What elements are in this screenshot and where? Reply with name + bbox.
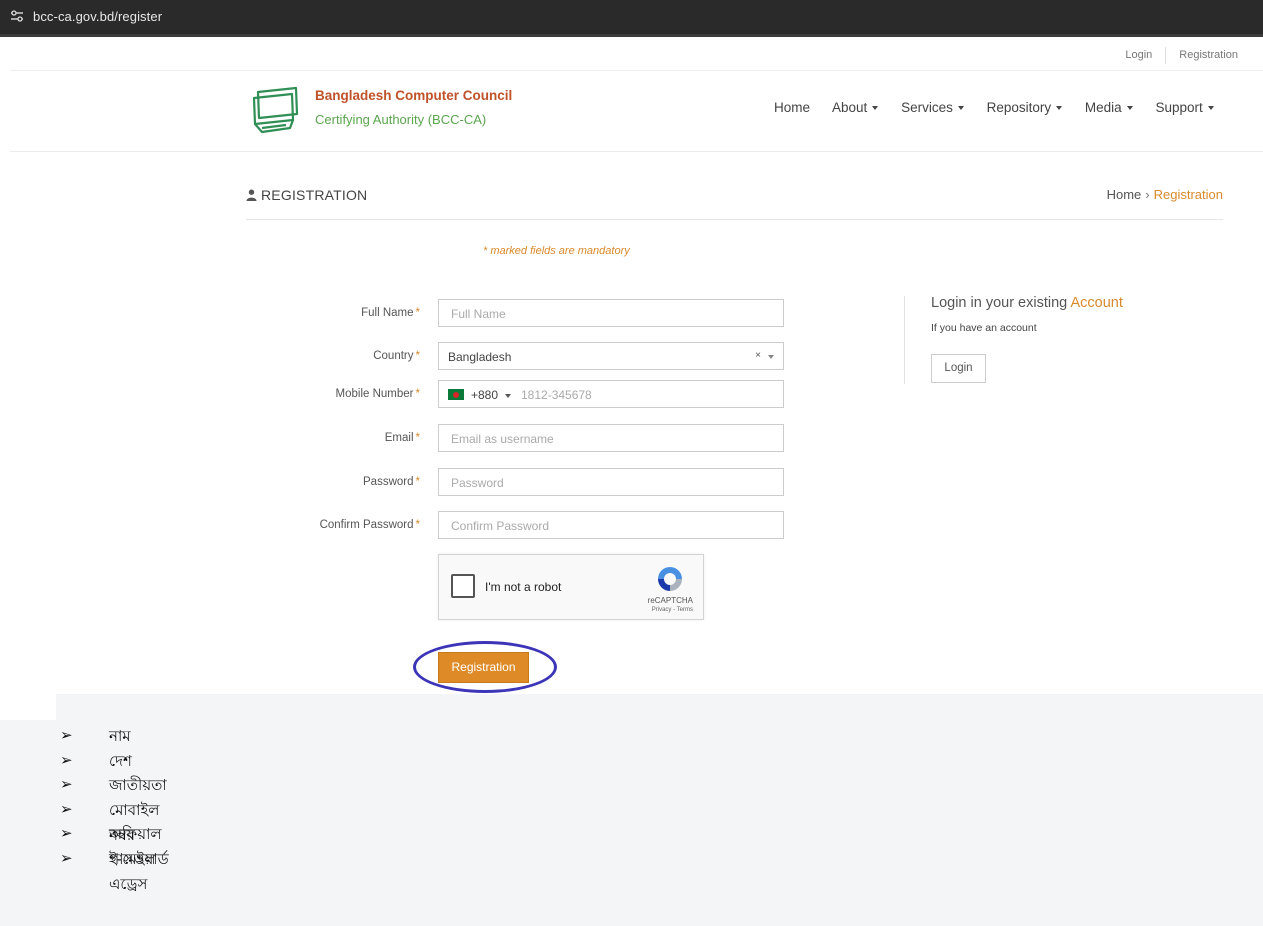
recaptcha-brand: reCAPTCHA (647, 596, 693, 605)
nav-services[interactable]: Services (901, 100, 964, 115)
divider (10, 70, 1263, 71)
nav-media[interactable]: Media (1085, 100, 1133, 115)
email-input[interactable]: Email as username (438, 424, 784, 452)
password-label-text: Password (363, 476, 414, 488)
login-title-accent: Account (1070, 295, 1123, 311)
arrow-bullet-icon: ➢ (60, 824, 73, 843)
caret-down-icon (1126, 106, 1133, 111)
country-select[interactable]: Bangladesh × (438, 342, 784, 370)
confirm-password-placeholder: Confirm Password (451, 519, 550, 533)
caret-down-icon (957, 106, 964, 111)
breadcrumb-separator: › (1145, 187, 1150, 202)
top-registration-link[interactable]: Registration (1179, 49, 1238, 61)
recaptcha-privacy-terms[interactable]: Privacy - Terms (652, 607, 693, 613)
brand-name[interactable]: Bangladesh Computer Council (315, 88, 512, 103)
site-settings-icon[interactable] (10, 9, 24, 23)
divider (10, 151, 1263, 152)
nav-about[interactable]: About (832, 100, 879, 115)
nav-media-label: Media (1084, 100, 1122, 115)
top-login-link[interactable]: Login (1125, 49, 1152, 61)
page-title-text: REGISTRATION (261, 187, 368, 203)
bcc-logo-icon[interactable] (250, 84, 304, 136)
country-label-text: Country (373, 350, 414, 362)
caret-down-icon (1207, 106, 1214, 111)
required-star: * (415, 388, 420, 400)
password-label: Password * (363, 476, 420, 488)
required-star: * (415, 350, 420, 362)
brand-subtitle[interactable]: Certifying Authority (BCC-CA) (315, 112, 486, 127)
caret-down-icon (872, 106, 879, 111)
recaptcha-label: I'm not a robot (485, 580, 562, 594)
lower-white-block (0, 694, 56, 720)
list-item-text: নাম (109, 727, 131, 745)
country-value: Bangladesh (448, 350, 512, 364)
confirm-password-label-text: Confirm Password (319, 519, 414, 531)
dial-code[interactable]: +880 (471, 388, 498, 402)
login-panel-title: Login in your existing Account (931, 295, 1123, 311)
required-star: * (415, 432, 420, 444)
lower-area (0, 694, 1263, 926)
breadcrumb: Home › Registration (1107, 187, 1223, 202)
nav-repository[interactable]: Repository (987, 100, 1063, 115)
email-placeholder: Email as username (451, 432, 554, 446)
divider (904, 296, 905, 384)
caret-down-icon (1056, 106, 1063, 111)
nav-home[interactable]: Home (774, 100, 810, 115)
mobile-label: Mobile Number * (336, 388, 420, 400)
confirm-password-input[interactable]: Confirm Password (438, 511, 784, 539)
login-title-text: Login in your existing (931, 295, 1068, 311)
nav-repository-label: Repository (986, 100, 1052, 115)
email-label: Email * (385, 432, 420, 444)
full-name-label: Full Name * (361, 307, 420, 319)
top-links: Login Registration (1125, 47, 1238, 64)
url-text[interactable]: bcc-ca.gov.bd/register (33, 9, 162, 24)
mandatory-note: * marked fields are mandatory (483, 245, 630, 257)
list-item-text: জাতীয়তা (109, 776, 167, 795)
nav-support-label: Support (1155, 100, 1203, 115)
divider (1165, 47, 1167, 64)
main-nav: Home About Services Repository Media Sup… (774, 100, 1214, 115)
mobile-placeholder: 1812-345678 (521, 388, 592, 402)
password-placeholder: Password (451, 476, 504, 490)
breadcrumb-home[interactable]: Home (1107, 187, 1142, 202)
clear-icon[interactable]: × (755, 350, 761, 361)
arrow-bullet-icon: ➢ (60, 726, 73, 744)
full-name-label-text: Full Name (361, 307, 414, 319)
recaptcha-checkbox[interactable] (451, 574, 475, 598)
user-icon (246, 189, 257, 201)
nav-support[interactable]: Support (1155, 100, 1214, 115)
recaptcha-widget: I'm not a robot reCAPTCHA Privacy - Term… (438, 554, 704, 620)
divider (246, 219, 1223, 220)
required-star: * (415, 307, 420, 319)
password-input[interactable]: Password (438, 468, 784, 496)
dial-caret-icon[interactable] (505, 394, 511, 398)
mobile-label-text: Mobile Number (335, 388, 414, 400)
email-label-text: Email (384, 432, 414, 444)
required-star: * (415, 476, 420, 488)
arrow-bullet-icon: ➢ (60, 775, 73, 794)
breadcrumb-current: Registration (1153, 187, 1223, 202)
nav-home-label: Home (774, 100, 811, 115)
dropdown-arrow-icon[interactable] (768, 355, 774, 359)
login-button[interactable]: Login (931, 354, 986, 383)
address-bar[interactable]: bcc-ca.gov.bd/register (0, 0, 1263, 37)
nav-services-label: Services (901, 100, 953, 115)
list-item-text: দেশ (109, 751, 132, 770)
full-name-placeholder: Full Name (451, 307, 506, 321)
bangladesh-flag-icon[interactable] (448, 389, 464, 400)
recaptcha-logo-icon (658, 567, 682, 591)
full-name-input[interactable]: Full Name (438, 299, 784, 327)
confirm-password-label: Confirm Password * (320, 519, 420, 531)
arrow-bullet-icon: ➢ (60, 848, 73, 867)
arrow-bullet-icon: ➢ (60, 750, 73, 769)
login-panel-subtitle: If you have an account (931, 322, 1037, 334)
arrow-bullet-icon: ➢ (60, 799, 73, 818)
list-item-text: পাসওয়ার্ড (109, 849, 169, 868)
country-label: Country * (373, 350, 420, 362)
nav-about-label: About (832, 100, 868, 115)
page-title: REGISTRATION (246, 187, 367, 203)
required-star: * (415, 519, 420, 531)
highlight-circle (413, 641, 557, 693)
mobile-number-input[interactable]: +880 1812-345678 (438, 380, 784, 408)
